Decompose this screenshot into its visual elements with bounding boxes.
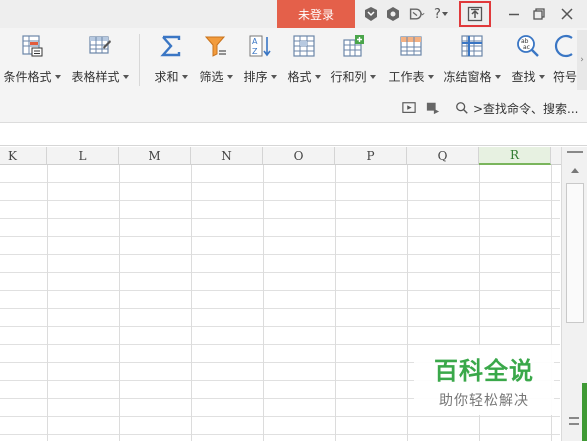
conditional-format-label: 条件格式 bbox=[3, 70, 52, 84]
chevron-down-icon bbox=[494, 74, 501, 79]
column-header-label: Q bbox=[437, 148, 448, 163]
symbol-icon bbox=[551, 32, 577, 60]
ribbon: 条件格式 表格样式 求和 筛选 AZ 排序 格式 行和列 工作表 冻结窗格 ab… bbox=[0, 28, 587, 123]
column-header-label: P bbox=[366, 148, 375, 163]
find-button[interactable]: ab ac 查找 bbox=[508, 32, 548, 90]
help-label: ? bbox=[434, 6, 441, 22]
scroll-position-marker bbox=[582, 383, 587, 441]
column-header-label: O bbox=[293, 148, 304, 163]
filter-label: 筛选 bbox=[199, 70, 224, 84]
column-header-label: R bbox=[509, 148, 520, 162]
title-bar: 未登录 ? bbox=[0, 0, 587, 28]
close-icon[interactable] bbox=[558, 5, 576, 23]
table-style-icon bbox=[87, 32, 113, 60]
split-handle[interactable] bbox=[567, 151, 583, 153]
command-search[interactable]: >查找命令、搜索... bbox=[455, 99, 579, 117]
chevron-down-icon bbox=[122, 74, 129, 79]
svg-text:ac: ac bbox=[523, 44, 530, 51]
worksheet-button[interactable]: 工作表 bbox=[385, 32, 437, 90]
sum-icon bbox=[158, 32, 184, 60]
help-icon[interactable]: ? bbox=[431, 5, 451, 23]
chevron-down-icon bbox=[270, 74, 277, 79]
chevron-down-icon bbox=[226, 74, 233, 79]
column-header-q[interactable]: Q bbox=[407, 147, 479, 165]
conditional-format-icon bbox=[19, 32, 45, 60]
table-style-label: 表格样式 bbox=[71, 70, 120, 84]
chevron-down-icon bbox=[54, 74, 61, 79]
freeze-panes-label: 冻结窗格 bbox=[443, 70, 492, 84]
chevron-down-icon bbox=[427, 74, 434, 79]
sum-label: 求和 bbox=[154, 70, 179, 84]
split-handle-bottom[interactable] bbox=[569, 417, 579, 425]
ribbon-scroll-right[interactable]: › bbox=[577, 30, 587, 90]
column-header-m[interactable]: M bbox=[119, 147, 191, 165]
login-label: 未登录 bbox=[297, 7, 334, 22]
column-header-label: M bbox=[148, 148, 161, 163]
chevron-down-icon bbox=[441, 12, 448, 16]
vertical-scrollbar[interactable] bbox=[561, 147, 587, 441]
maximize-icon[interactable] bbox=[530, 5, 548, 23]
sort-icon: AZ bbox=[247, 32, 273, 60]
ribbon-separator bbox=[139, 34, 140, 86]
column-header-k[interactable]: K bbox=[0, 147, 47, 165]
freeze-panes-button[interactable]: 冻结窗格 bbox=[441, 32, 503, 90]
symbol-label: 符号 bbox=[553, 70, 578, 84]
cube-icon[interactable] bbox=[384, 5, 402, 23]
table-style-button[interactable]: 表格样式 bbox=[68, 32, 132, 90]
column-header-n[interactable]: N bbox=[191, 147, 263, 165]
format-label: 格式 bbox=[287, 70, 312, 84]
chevron-right-icon: › bbox=[580, 55, 584, 65]
play-icon[interactable] bbox=[401, 100, 417, 116]
chevron-down-icon bbox=[538, 74, 545, 79]
chevron-up-icon bbox=[571, 168, 579, 173]
worksheet-label: 工作表 bbox=[388, 70, 425, 84]
column-header-o[interactable]: O bbox=[263, 147, 335, 165]
row-col-label: 行和列 bbox=[330, 70, 367, 84]
restore-ribbon-icon bbox=[467, 6, 483, 22]
column-header-label: N bbox=[221, 148, 232, 163]
login-button[interactable]: 未登录 bbox=[277, 0, 355, 28]
svg-text:A: A bbox=[252, 37, 258, 46]
chevron-down-icon bbox=[369, 74, 376, 79]
find-label: 查找 bbox=[511, 70, 536, 84]
chevron-down-icon bbox=[314, 74, 321, 79]
column-header-l[interactable]: L bbox=[47, 147, 119, 165]
watermark-subtitle: 助你轻松解决 bbox=[439, 392, 529, 409]
worksheet-icon bbox=[398, 32, 424, 60]
filter-icon bbox=[203, 32, 229, 60]
format-button[interactable]: 格式 bbox=[284, 32, 324, 90]
filter-button[interactable]: 筛选 bbox=[196, 32, 236, 90]
restore-ribbon-button[interactable] bbox=[459, 1, 491, 27]
scroll-up-button[interactable] bbox=[565, 161, 585, 179]
watermark-logo: 百科全说 助你轻松解决 bbox=[414, 345, 554, 415]
conditional-format-button[interactable]: 条件格式 bbox=[2, 32, 62, 90]
sort-button[interactable]: AZ 排序 bbox=[240, 32, 280, 90]
minimize-icon[interactable] bbox=[505, 5, 523, 23]
freeze-panes-icon bbox=[459, 32, 485, 60]
column-header-label: K bbox=[8, 148, 17, 163]
command-search-placeholder: >查找命令、搜索... bbox=[473, 101, 579, 116]
chevron-down-icon bbox=[181, 74, 188, 79]
column-header-label: L bbox=[78, 148, 87, 163]
column-header-s[interactable] bbox=[551, 147, 561, 165]
column-header-r[interactable]: R bbox=[479, 147, 551, 165]
search-icon bbox=[456, 102, 468, 114]
svg-text:Z: Z bbox=[252, 47, 258, 56]
formula-bar[interactable] bbox=[0, 124, 587, 146]
sum-button[interactable]: 求和 bbox=[150, 32, 192, 90]
watermark-title: 百科全说 bbox=[434, 356, 534, 385]
share-icon[interactable] bbox=[425, 100, 441, 116]
ribbon-command-row: >查找命令、搜索... bbox=[0, 96, 587, 120]
row-col-button[interactable]: 行和列 bbox=[329, 32, 377, 90]
scroll-thumb[interactable] bbox=[566, 183, 584, 323]
skin-icon[interactable] bbox=[362, 5, 380, 23]
feedback-icon[interactable] bbox=[406, 5, 428, 23]
sort-label: 排序 bbox=[243, 70, 268, 84]
format-icon bbox=[291, 32, 317, 60]
row-col-icon bbox=[340, 32, 366, 60]
find-icon: ab ac bbox=[515, 32, 541, 60]
column-header-p[interactable]: P bbox=[335, 147, 407, 165]
